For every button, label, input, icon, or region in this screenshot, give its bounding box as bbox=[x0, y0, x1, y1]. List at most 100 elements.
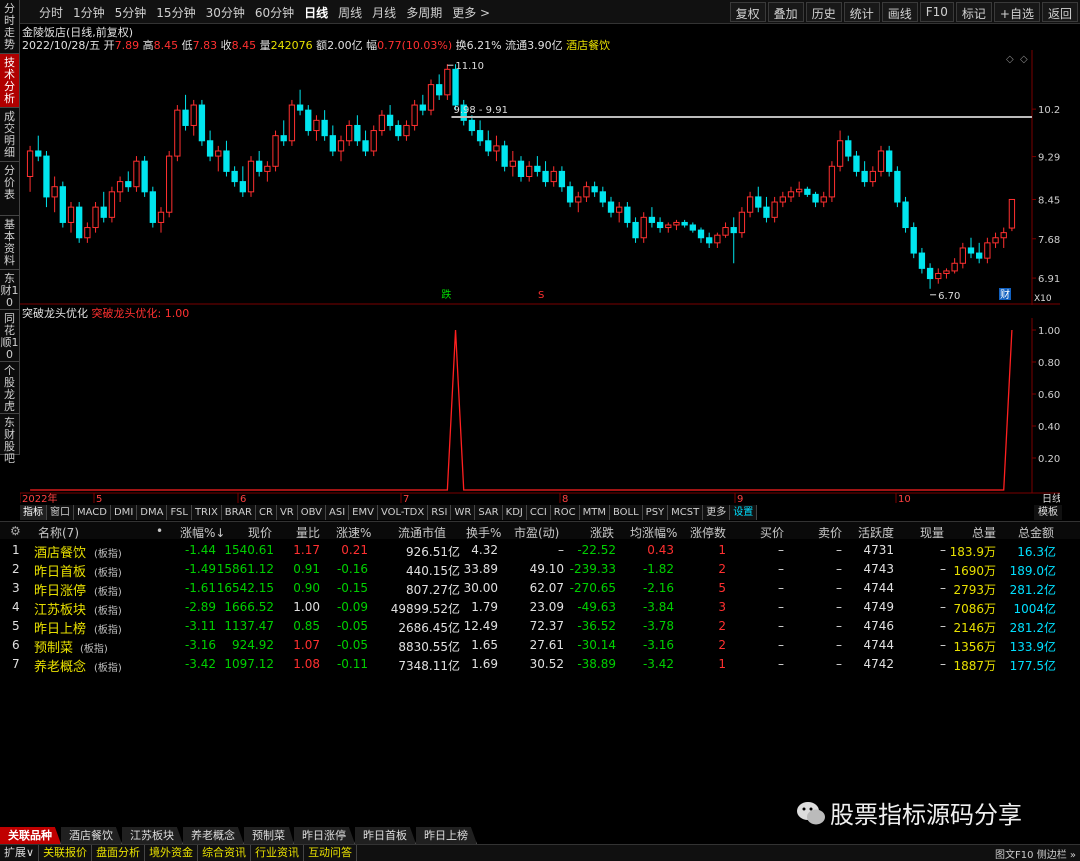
indicator-chart[interactable]: 1.00 0.80 0.60 0.40 0.20 2022年 5 6 7 8 9 10 日线 bbox=[20, 318, 1060, 505]
indicator-tab-21[interactable]: BOLL bbox=[609, 505, 643, 520]
period-tab-1[interactable]: 1分钟 bbox=[68, 4, 110, 21]
toolbar-button-0[interactable]: 复权 bbox=[729, 2, 766, 22]
indicator-tab-17[interactable]: KDJ bbox=[502, 505, 527, 520]
col-activity[interactable]: 活跃度 bbox=[858, 524, 894, 541]
indicator-tab-19[interactable]: ROC bbox=[550, 505, 580, 520]
table-row[interactable]: 1 酒店餐饮 (板指) -1.44 1540.61 1.17 0.21 926.51亿 4.32… bbox=[0, 541, 1080, 561]
status-item-5[interactable]: 行业资讯 bbox=[251, 845, 305, 861]
indicator-tab-1[interactable]: 窗口 bbox=[47, 505, 74, 520]
bottom-tab-0[interactable]: 关联品种 bbox=[0, 827, 61, 844]
period-tab-8[interactable]: 月线 bbox=[367, 4, 401, 21]
toolbar-button-3[interactable]: 统计 bbox=[843, 2, 880, 22]
indicator-tab-25[interactable]: 设置 bbox=[730, 505, 758, 520]
col-total-amount[interactable]: 总金额 bbox=[1018, 524, 1054, 541]
bottom-tab-7[interactable]: 昨日上榜 bbox=[416, 827, 477, 844]
table-row[interactable]: 2 昨日首板 (板指) -1.49 15861.12 0.91 -0.16 440.15亿 33… bbox=[0, 560, 1080, 580]
gear-icon[interactable]: ⚙ bbox=[10, 524, 21, 538]
toolbar-button-2[interactable]: 历史 bbox=[805, 2, 842, 22]
col-change-pct[interactable]: 涨幅%↓ bbox=[180, 524, 225, 541]
col-pe[interactable]: 市盈(动) bbox=[514, 524, 559, 541]
indicator-tab-7[interactable]: BRAR bbox=[221, 505, 256, 520]
col-vol-ratio[interactable]: 量比 bbox=[296, 524, 320, 541]
left-tab-5[interactable]: 东财10 bbox=[0, 270, 20, 310]
indicator-tab-12[interactable]: EMV bbox=[349, 505, 378, 520]
col-mcap[interactable]: 流通市值 bbox=[398, 524, 446, 541]
period-tab-10[interactable]: 更多 > bbox=[447, 4, 495, 21]
indicator-tab-18[interactable]: CCI bbox=[526, 505, 551, 520]
indicator-tab-6[interactable]: TRIX bbox=[191, 505, 222, 520]
col-name[interactable]: 名称(7) bbox=[38, 524, 79, 541]
period-tab-0[interactable]: 分时 bbox=[34, 4, 68, 21]
toolbar-button-8[interactable]: 返回 bbox=[1041, 2, 1078, 22]
period-tab-9[interactable]: 多周期 bbox=[401, 4, 447, 21]
col-total-vol[interactable]: 总量 bbox=[972, 524, 996, 541]
col-diff[interactable]: 涨跌 bbox=[590, 524, 614, 541]
left-tab-7[interactable]: 个股龙虎 bbox=[0, 362, 20, 414]
indicator-tab-10[interactable]: OBV bbox=[297, 505, 326, 520]
indicator-tab-20[interactable]: MTM bbox=[579, 505, 610, 520]
left-tab-4[interactable]: 基本资料 bbox=[0, 216, 20, 270]
indicator-tab-13[interactable]: VOL-TDX bbox=[377, 505, 429, 520]
row-name[interactable]: 昨日首板 bbox=[34, 561, 86, 580]
period-tab-2[interactable]: 5分钟 bbox=[110, 4, 152, 21]
period-tab-7[interactable]: 周线 bbox=[333, 4, 367, 21]
table-row[interactable]: 7 养老概念 (板指) -3.42 1097.12 1.08 -0.11 7348.11亿 1.… bbox=[0, 655, 1080, 675]
candlestick-chart[interactable]: 11.10 6.70 9.98 - 9.91 跌 S 财 X10 ◇ ◇ 10.22 9.29 8.… bbox=[20, 50, 1060, 305]
table-row[interactable]: 6 预制菜 (板指) -3.16 924.92 1.07 -0.05 8830.55亿 1.65… bbox=[0, 636, 1080, 656]
status-item-1[interactable]: 关联报价 bbox=[39, 845, 93, 861]
col-cur-vol[interactable]: 现量 bbox=[920, 524, 944, 541]
bottom-tab-5[interactable]: 昨日涨停 bbox=[294, 827, 355, 844]
toolbar-button-4[interactable]: 画线 bbox=[881, 2, 918, 22]
bottom-tab-3[interactable]: 养老概念 bbox=[183, 827, 244, 844]
status-item-4[interactable]: 综合资讯 bbox=[198, 845, 252, 861]
col-bid[interactable]: 买价 bbox=[760, 524, 784, 541]
indicator-tab-23[interactable]: MCST bbox=[668, 505, 704, 520]
indicator-tab-5[interactable]: FSL bbox=[167, 505, 192, 520]
col-price[interactable]: 现价 bbox=[248, 524, 272, 541]
bottom-tab-2[interactable]: 江苏板块 bbox=[122, 827, 183, 844]
toolbar-button-6[interactable]: 标记 bbox=[955, 2, 992, 22]
row-name[interactable]: 江苏板块 bbox=[34, 599, 86, 618]
toolbar-button-1[interactable]: 叠加 bbox=[767, 2, 804, 22]
row-name[interactable]: 养老概念 bbox=[34, 656, 86, 675]
period-tab-3[interactable]: 15分钟 bbox=[151, 4, 200, 21]
indicator-tab-4[interactable]: DMA bbox=[137, 505, 168, 520]
row-name[interactable]: 酒店餐饮 bbox=[34, 542, 86, 561]
indicator-tab-11[interactable]: ASI bbox=[326, 505, 350, 520]
left-tab-6[interactable]: 同花顺10 bbox=[0, 310, 20, 362]
toolbar-button-5[interactable]: F10 bbox=[919, 2, 954, 22]
col-ask[interactable]: 卖价 bbox=[818, 524, 842, 541]
status-right[interactable]: 图文F10 侧边栏 » bbox=[995, 846, 1076, 861]
row-name[interactable]: 昨日涨停 bbox=[34, 580, 86, 599]
indicator-tab-15[interactable]: WR bbox=[451, 505, 476, 520]
indicator-tab-2[interactable]: MACD bbox=[74, 505, 111, 520]
row-name[interactable]: 预制菜 bbox=[34, 637, 73, 656]
period-tab-5[interactable]: 60分钟 bbox=[250, 4, 299, 21]
col-avg-change[interactable]: 均涨幅% bbox=[630, 524, 677, 541]
table-row[interactable]: 5 昨日上榜 (板指) -3.11 1137.47 0.85 -0.05 2686.45亿 12… bbox=[0, 617, 1080, 637]
indicator-tab-0[interactable]: 指标 bbox=[20, 505, 47, 520]
indicator-tab-9[interactable]: VR bbox=[276, 505, 298, 520]
table-row[interactable]: 3 昨日涨停 (板指) -1.61 16542.15 0.90 -0.15 807.27亿 30… bbox=[0, 579, 1080, 599]
row-name[interactable]: 昨日上榜 bbox=[34, 618, 86, 637]
col-turnover[interactable]: 换手% bbox=[466, 524, 501, 541]
left-tab-1[interactable]: 技术分析 bbox=[0, 54, 20, 108]
bottom-tab-1[interactable]: 酒店餐饮 bbox=[61, 827, 122, 844]
indicator-tab-16[interactable]: SAR bbox=[475, 505, 503, 520]
table-row[interactable]: 4 江苏板块 (板指) -2.89 1666.52 1.00 -0.09 49899.52亿 1… bbox=[0, 598, 1080, 618]
template-button[interactable]: 模板 bbox=[1034, 505, 1062, 520]
period-tab-6[interactable]: 日线 bbox=[299, 4, 333, 21]
status-item-2[interactable]: 盘面分析 bbox=[92, 845, 146, 861]
indicator-tab-14[interactable]: RSI bbox=[428, 505, 452, 520]
left-tab-8[interactable]: 东财股吧 bbox=[0, 414, 20, 465]
left-tab-0[interactable]: 分时走势 bbox=[0, 0, 20, 54]
status-item-0[interactable]: 扩展∨ bbox=[0, 845, 40, 861]
left-tab-3[interactable]: 分价表 bbox=[0, 162, 20, 216]
indicator-tab-24[interactable]: 更多 bbox=[703, 505, 731, 520]
bottom-tab-6[interactable]: 昨日首板 bbox=[355, 827, 416, 844]
period-tab-4[interactable]: 30分钟 bbox=[201, 4, 250, 21]
indicator-tab-8[interactable]: CR bbox=[256, 505, 277, 520]
indicator-tab-22[interactable]: PSY bbox=[642, 505, 669, 520]
col-speed[interactable]: 涨速% bbox=[336, 524, 371, 541]
toolbar-button-7[interactable]: +自选 bbox=[993, 2, 1040, 22]
